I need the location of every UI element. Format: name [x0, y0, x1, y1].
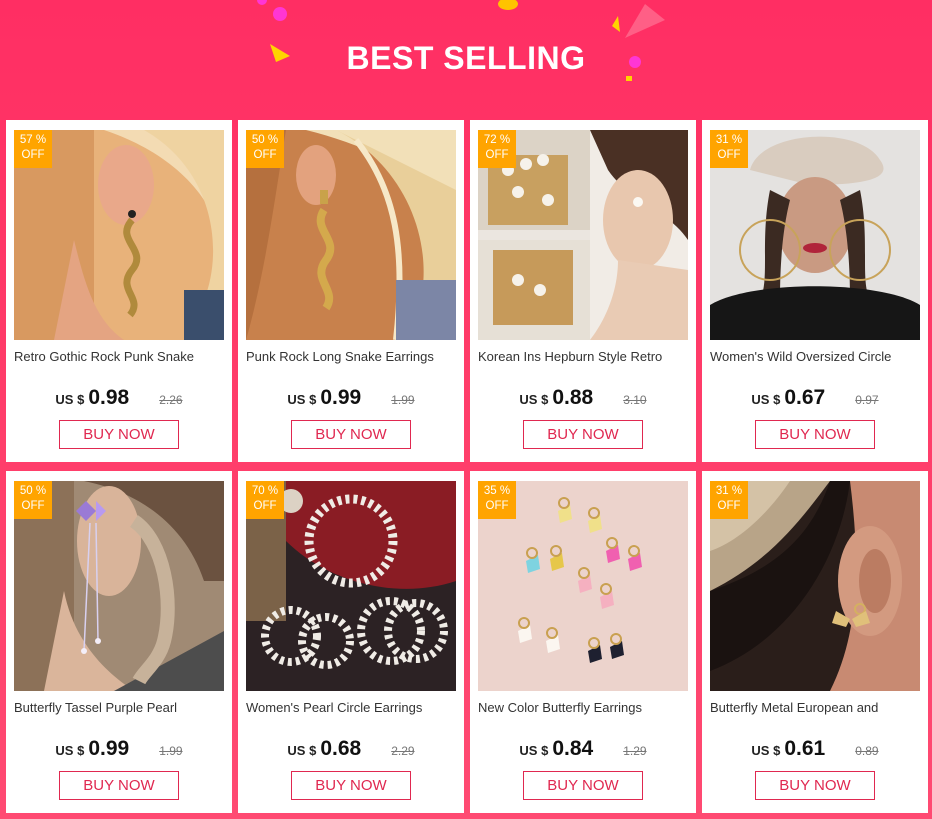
- currency-label: US $: [519, 743, 549, 758]
- product-name[interactable]: Punk Rock Long Snake Earrings: [246, 349, 458, 364]
- discount-badge: 70 % OFF: [246, 481, 284, 519]
- product-name[interactable]: Retro Gothic Rock Punk Snake: [14, 349, 226, 364]
- product-card[interactable]: 72 % OFF Korean Ins Hepburn Style Retro …: [470, 120, 696, 462]
- buy-now-button[interactable]: BUY NOW: [755, 771, 875, 800]
- discount-off-label: OFF: [21, 500, 45, 512]
- buy-now-button[interactable]: BUY NOW: [755, 420, 875, 449]
- original-price: 1.29: [623, 744, 647, 758]
- current-price: 0.84: [552, 737, 594, 760]
- price-row: US $0.98 2.26: [6, 386, 232, 412]
- current-price: 0.88: [552, 386, 594, 409]
- discount-percent: 31 %: [715, 134, 743, 146]
- buy-now-button[interactable]: BUY NOW: [523, 420, 643, 449]
- original-price: 2.26: [159, 393, 183, 407]
- currency-label: US $: [287, 392, 317, 407]
- discount-percent: 50 %: [19, 485, 47, 497]
- discount-off-label: OFF: [485, 149, 509, 161]
- discount-percent: 50 %: [251, 134, 279, 146]
- product-card[interactable]: 50 % OFF Butterfly Tassel Purple Pearl U…: [6, 471, 232, 813]
- product-card[interactable]: 50 % OFF Punk Rock Long Snake Earrings U…: [238, 120, 464, 462]
- buy-now-button[interactable]: BUY NOW: [59, 420, 179, 449]
- current-price: 0.99: [320, 386, 362, 409]
- discount-percent: 35 %: [483, 485, 511, 497]
- discount-percent: 72 %: [483, 134, 511, 146]
- discount-badge: 31 % OFF: [710, 481, 748, 519]
- discount-off-label: OFF: [253, 500, 277, 512]
- current-price: 0.68: [320, 737, 362, 760]
- buy-now-button[interactable]: BUY NOW: [291, 771, 411, 800]
- discount-badge: 50 % OFF: [246, 130, 284, 168]
- buy-now-button[interactable]: BUY NOW: [291, 420, 411, 449]
- original-price: 2.29: [391, 744, 415, 758]
- page-title: BEST SELLING: [346, 40, 586, 76]
- discount-off-label: OFF: [21, 149, 45, 161]
- buy-now-button[interactable]: BUY NOW: [523, 771, 643, 800]
- discount-badge: 57 % OFF: [14, 130, 52, 168]
- price-row: US $0.67 0.97: [702, 386, 928, 412]
- product-grid: 57 % OFF Retro Gothic Rock Punk Snake US…: [6, 120, 928, 815]
- currency-label: US $: [519, 392, 549, 407]
- discount-badge: 72 % OFF: [478, 130, 516, 168]
- currency-label: US $: [55, 743, 85, 758]
- original-price: 0.97: [855, 393, 879, 407]
- product-name[interactable]: New Color Butterfly Earrings: [478, 700, 690, 715]
- product-card[interactable]: 57 % OFF Retro Gothic Rock Punk Snake US…: [6, 120, 232, 462]
- product-name[interactable]: Butterfly Metal European and: [710, 700, 922, 715]
- price-row: US $0.68 2.29: [238, 737, 464, 763]
- current-price: 0.98: [88, 386, 130, 409]
- product-card[interactable]: 31 % OFF Butterfly Metal European and US…: [702, 471, 928, 813]
- product-card[interactable]: 70 % OFF Women's Pearl Circle Earrings U…: [238, 471, 464, 813]
- product-name[interactable]: Butterfly Tassel Purple Pearl: [14, 700, 226, 715]
- discount-percent: 57 %: [19, 134, 47, 146]
- discount-off-label: OFF: [253, 149, 277, 161]
- product-name[interactable]: Korean Ins Hepburn Style Retro: [478, 349, 690, 364]
- price-row: US $0.99 1.99: [6, 737, 232, 763]
- current-price: 0.99: [88, 737, 130, 760]
- discount-badge: 35 % OFF: [478, 481, 516, 519]
- currency-label: US $: [287, 743, 317, 758]
- current-price: 0.61: [784, 737, 826, 760]
- current-price: 0.67: [784, 386, 826, 409]
- banner-header: BEST SELLING: [0, 0, 932, 118]
- buy-now-button[interactable]: BUY NOW: [59, 771, 179, 800]
- price-row: US $0.84 1.29: [470, 737, 696, 763]
- product-card[interactable]: 31 % OFF Women's Wild Oversized Circle U…: [702, 120, 928, 462]
- original-price: 0.89: [855, 744, 879, 758]
- currency-label: US $: [751, 743, 781, 758]
- original-price: 1.99: [391, 393, 415, 407]
- discount-off-label: OFF: [717, 149, 741, 161]
- price-row: US $0.88 3.10: [470, 386, 696, 412]
- price-row: US $0.99 1.99: [238, 386, 464, 412]
- discount-badge: 50 % OFF: [14, 481, 52, 519]
- discount-percent: 31 %: [715, 485, 743, 497]
- currency-label: US $: [55, 392, 85, 407]
- product-name[interactable]: Women's Pearl Circle Earrings: [246, 700, 458, 715]
- currency-label: US $: [751, 392, 781, 407]
- discount-off-label: OFF: [717, 500, 741, 512]
- discount-badge: 31 % OFF: [710, 130, 748, 168]
- product-card[interactable]: 35 % OFF New Color Butterfly Earrings US…: [470, 471, 696, 813]
- product-name[interactable]: Women's Wild Oversized Circle: [710, 349, 922, 364]
- discount-off-label: OFF: [485, 500, 509, 512]
- original-price: 1.99: [159, 744, 183, 758]
- price-row: US $0.61 0.89: [702, 737, 928, 763]
- original-price: 3.10: [623, 393, 647, 407]
- discount-percent: 70 %: [251, 485, 279, 497]
